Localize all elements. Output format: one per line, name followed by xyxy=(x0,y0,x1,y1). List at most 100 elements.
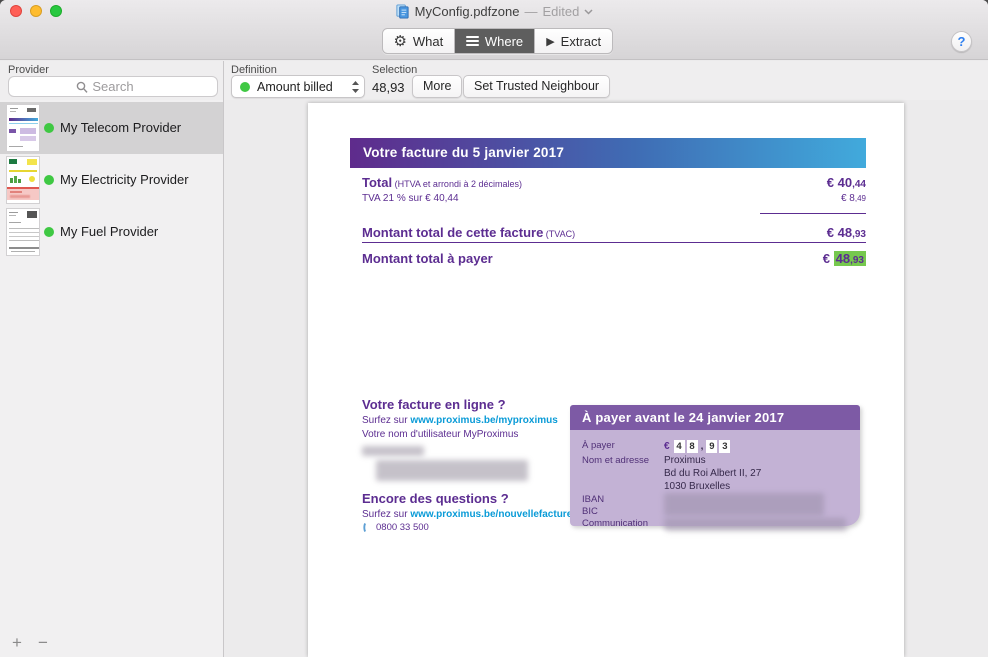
total-amount: € 40 xyxy=(826,175,853,190)
facture-note: (TVAC) xyxy=(543,229,576,239)
pdf-page: Votre facture du 5 janvier 2017 Total (H… xyxy=(308,103,904,657)
subtotal-rule xyxy=(760,213,866,214)
apayer-label: À payer xyxy=(582,440,615,451)
set-trusted-neighbour-button[interactable]: Set Trusted Neighbour xyxy=(463,75,611,98)
nouvellefacture-link: www.proximus.be/nouvellefacture xyxy=(410,509,573,520)
sidebar-item-fuel-provider[interactable]: My Fuel Provider xyxy=(0,206,223,258)
amount-digit: 4 xyxy=(673,440,685,453)
selected-zone-highlight[interactable]: 48,93 xyxy=(833,251,866,266)
paybox-currency: € xyxy=(664,441,670,452)
sidebar-item-label: My Fuel Provider xyxy=(60,224,159,239)
redacted-text xyxy=(376,460,528,481)
tva-row: TVA 21 % sur € 40,44 € 8,49 xyxy=(362,193,866,204)
stepper-arrows-icon xyxy=(352,80,359,93)
window-title: MyConfig.pdfzone xyxy=(414,4,520,19)
tab-what-label: What xyxy=(412,33,444,49)
amount-digit: 8 xyxy=(686,440,698,453)
title-chevron-down-icon[interactable] xyxy=(584,8,593,15)
tab-what[interactable]: ⚙ What xyxy=(383,29,455,53)
remove-provider-button[interactable]: − xyxy=(34,633,52,653)
mode-segmented-control: ⚙ What Where ▶ Extract xyxy=(382,28,613,54)
help-button[interactable]: ? xyxy=(951,31,972,52)
myproximus-link: www.proximus.be/myproximus xyxy=(410,415,558,426)
iban-label: IBAN xyxy=(582,494,605,505)
sidebar-item-label: My Electricity Provider xyxy=(60,172,189,187)
invoice-banner: Votre facture du 5 janvier 2017 xyxy=(350,138,866,168)
provider-label: Provider xyxy=(8,64,49,76)
nom-label: Nom et adresse xyxy=(582,455,650,466)
phone-row: 0800 33 500 xyxy=(362,522,429,533)
redacted-text xyxy=(664,518,846,529)
window-title-group: MyConfig.pdfzone — Edited xyxy=(0,3,988,20)
sidebar-item-label: My Telecom Provider xyxy=(60,120,182,135)
tab-extract[interactable]: ▶ Extract xyxy=(535,29,612,53)
nom-line: 1030 Bruxelles xyxy=(664,481,731,492)
online-prefix: Surfez sur xyxy=(362,415,411,426)
search-field[interactable] xyxy=(8,76,218,97)
sidebar-item-electricity-provider[interactable]: My Electricity Provider xyxy=(0,154,223,206)
phone-icon xyxy=(363,523,366,532)
nom-line: Proximus xyxy=(664,455,706,466)
sidebar-item-telecom-provider[interactable]: My Telecom Provider xyxy=(0,102,223,154)
questions-prefix: Surfez sur xyxy=(362,509,411,520)
titlebar: MyConfig.pdfzone — Edited ⚙ What Where ▶… xyxy=(0,0,988,60)
selection-value: 48,93 xyxy=(372,80,405,95)
more-button[interactable]: More xyxy=(412,75,463,98)
facture-amount: € 48 xyxy=(826,225,853,240)
tab-extract-label: Extract xyxy=(560,33,602,49)
montant-facture-row: Montant total de cette facture (TVAC) € … xyxy=(362,225,866,240)
definition-popup-button[interactable]: Amount billed xyxy=(231,75,365,98)
tab-where-label: Where xyxy=(484,33,524,49)
nom-line: Bd du Roi Albert II, 27 xyxy=(664,468,762,479)
title-separator: — xyxy=(524,4,538,19)
questions-link-line: Surfez sur www.proximus.be/nouvellefactu… xyxy=(362,509,572,520)
online-link-line: Surfez sur www.proximus.be/myproximus xyxy=(362,415,558,426)
total-rule xyxy=(362,242,866,243)
provider-sidebar: My Telecom Provider My Electricity Provi… xyxy=(0,100,223,657)
amount-digit-boxes: € 4 8 , 9 3 xyxy=(664,440,731,453)
payer-currency: € xyxy=(822,251,834,266)
status-dot-green xyxy=(44,175,54,185)
search-input[interactable] xyxy=(9,77,217,96)
play-icon: ▶ xyxy=(546,34,555,48)
questions-heading: Encore des questions ? xyxy=(362,491,509,506)
paybox-body: À payer € 4 8 , 9 3 Nom et adresse Proxi… xyxy=(570,430,860,529)
amount-comma: , xyxy=(700,441,704,452)
document-icon xyxy=(396,4,409,19)
selection-label: Selection xyxy=(372,64,418,76)
thumbnail-electricity-invoice xyxy=(6,156,40,204)
total-row: Total (HTVA et arrondi à 2 décimales) € … xyxy=(362,175,866,190)
montant-payer-row: Montant total à payer € 48,93 xyxy=(362,251,866,266)
total-label: Total xyxy=(362,175,393,190)
paybox-header: À payer avant le 24 janvier 2017 xyxy=(570,405,860,430)
thumbnail-telecom-invoice xyxy=(6,104,40,152)
pdf-canvas: Votre facture du 5 janvier 2017 Total (H… xyxy=(224,100,988,657)
edited-status: Edited xyxy=(542,4,580,19)
amount-digit: 3 xyxy=(719,440,731,453)
online-username: Votre nom d'utilisateur MyProximus xyxy=(362,429,519,440)
definition-value: Amount billed xyxy=(257,79,333,94)
payer-label: Montant total à payer xyxy=(362,251,493,266)
amount-digit: 9 xyxy=(706,440,718,453)
app-window: MyConfig.pdfzone — Edited ⚙ What Where ▶… xyxy=(0,0,988,657)
thumbnail-fuel-invoice xyxy=(6,208,40,256)
filter-bar: Provider Definition Amount billed Select… xyxy=(0,61,988,100)
redacted-text xyxy=(362,446,424,456)
tab-where[interactable]: Where xyxy=(454,29,536,53)
gear-icon: ⚙ xyxy=(393,31,407,50)
phone-number: 0800 33 500 xyxy=(376,522,429,533)
add-provider-button[interactable]: + xyxy=(8,633,26,653)
tva-label: TVA 21 % sur € 40,44 xyxy=(362,193,459,204)
list-icon xyxy=(465,36,479,46)
definition-status-dot xyxy=(240,81,250,92)
payment-box: À payer avant le 24 janvier 2017 À payer… xyxy=(570,405,860,529)
total-note: (HTVA et arrondi à 2 décimales) xyxy=(392,179,522,189)
facture-label: Montant total de cette facture xyxy=(362,225,544,240)
payer-amount: 48 xyxy=(835,251,851,266)
online-heading: Votre facture en ligne ? xyxy=(362,397,506,412)
communication-label: Communication xyxy=(582,518,648,529)
status-dot-green xyxy=(44,227,54,237)
tva-amount: € 8 xyxy=(840,193,855,204)
bic-label: BIC xyxy=(582,506,598,517)
status-dot-green xyxy=(44,123,54,133)
